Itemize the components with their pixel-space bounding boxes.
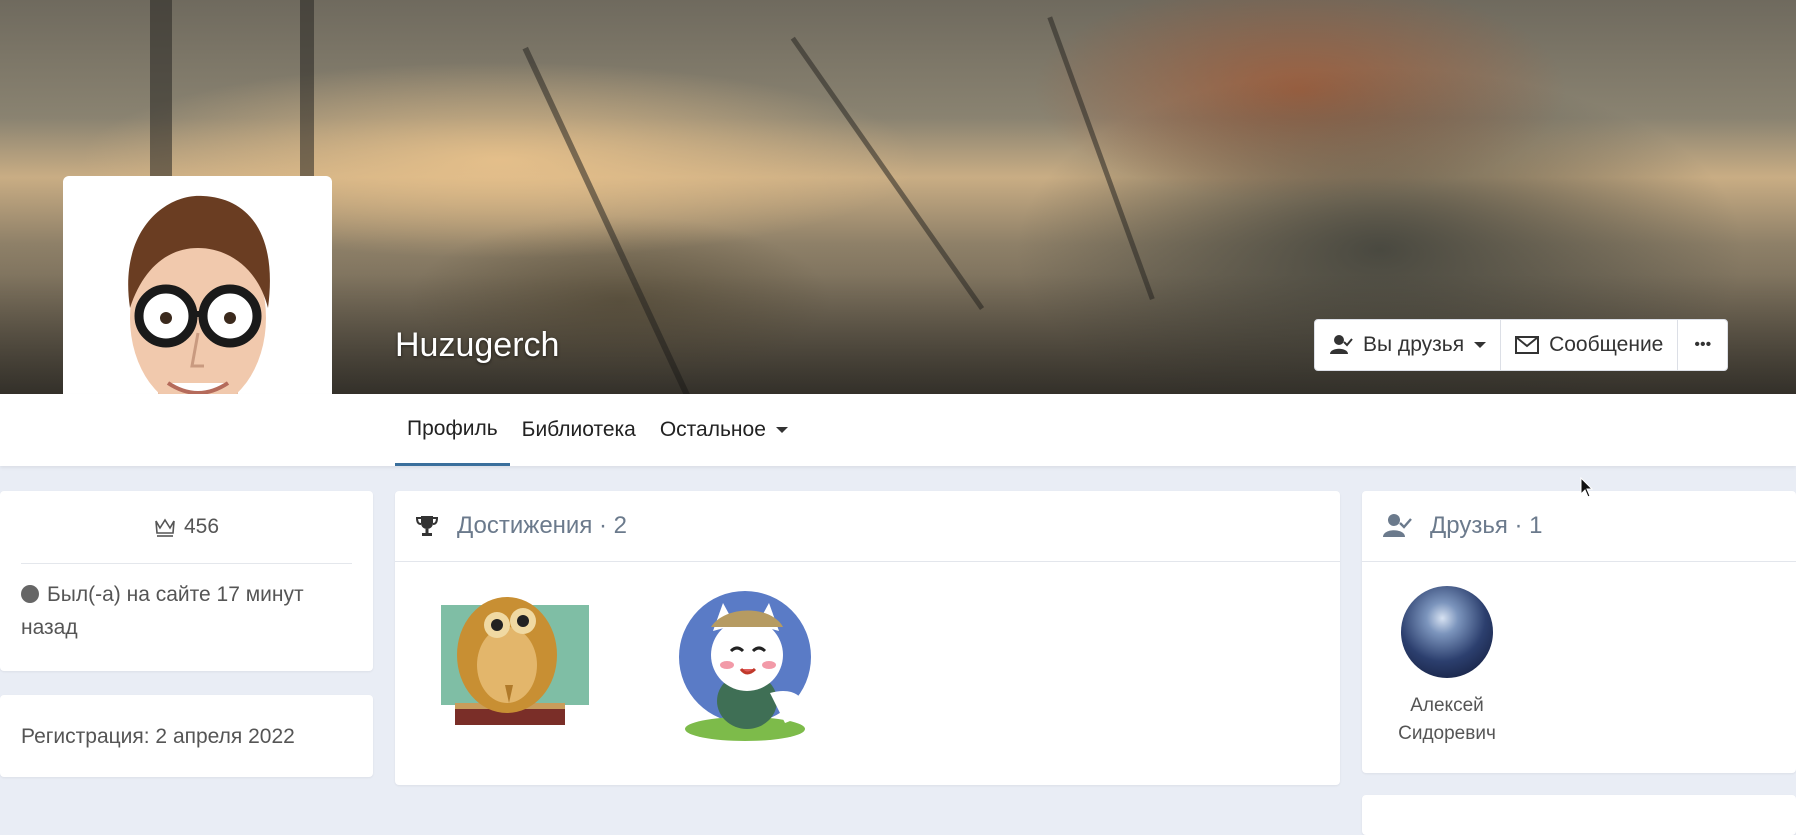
user-stats-card: 456 Был(-а) на сайте 17 минут назад [0, 491, 373, 671]
tab-library[interactable]: Библиотека [510, 394, 648, 466]
next-card [1362, 795, 1796, 835]
tab-profile[interactable]: Профиль [395, 394, 510, 466]
achievements-card: Достижения · 2 [395, 491, 1340, 785]
tab-library-label: Библиотека [521, 418, 636, 441]
tab-other[interactable]: Остальное [648, 394, 800, 466]
profile-tabs: Профиль Библиотека Остальное [395, 394, 800, 466]
friend-avatar[interactable] [1401, 586, 1493, 678]
achievements-header[interactable]: Достижения · 2 [395, 491, 1340, 562]
friends-status-button[interactable]: Вы друзья [1315, 320, 1502, 370]
rating-row: 456 [21, 491, 352, 564]
achievements-title: Достижения · 2 [457, 512, 628, 539]
owl-badge-icon[interactable] [435, 585, 595, 735]
friends-icon [1383, 514, 1412, 537]
friend-last-name: Сидоревич [1398, 723, 1496, 744]
friend-check-icon [1330, 335, 1353, 354]
message-label: Сообщение [1549, 333, 1664, 356]
trophy-icon [415, 516, 439, 536]
cat-badge-icon[interactable] [675, 583, 825, 743]
friend-item[interactable]: Алексей Сидоревич [1382, 586, 1512, 748]
profile-navbar: Профиль Библиотека Остальное [0, 394, 1796, 466]
tab-other-label: Остальное [659, 418, 766, 441]
friends-card: Друзья · 1 Алексей Сидоревич [1362, 491, 1796, 773]
cover-decoration [1047, 16, 1155, 301]
more-options-button[interactable]: ••• [1678, 320, 1727, 370]
profile-name: Huzugerch [395, 326, 560, 364]
chevron-down-icon [775, 427, 788, 433]
friends-title: Друзья · 1 [1430, 512, 1543, 539]
friend-first-name: Алексей [1410, 695, 1484, 716]
message-button[interactable]: Сообщение [1501, 320, 1679, 370]
registration-card: Регистрация: 2 апреля 2022 [0, 695, 373, 777]
friends-status-label: Вы друзья [1363, 333, 1465, 356]
crown-icon [155, 518, 175, 537]
envelope-icon [1515, 336, 1540, 354]
friends-header[interactable]: Друзья · 1 [1362, 491, 1796, 562]
tab-profile-label: Профиль [407, 416, 498, 440]
cover-decoration [790, 36, 985, 310]
mouse-cursor-icon [1580, 477, 1594, 498]
registration-date: Регистрация: 2 апреля 2022 [21, 725, 295, 748]
more-dots-icon: ••• [1694, 336, 1712, 353]
status-dot-icon [21, 585, 39, 603]
online-status: Был(-а) на сайте 17 минут назад [0, 564, 373, 644]
profile-actions: Вы друзья Сообщение ••• [1314, 319, 1729, 371]
chevron-down-icon [1474, 342, 1487, 348]
rating-value: 456 [183, 515, 220, 538]
last-seen-text: Был(-а) на сайте 17 минут назад [21, 583, 304, 639]
